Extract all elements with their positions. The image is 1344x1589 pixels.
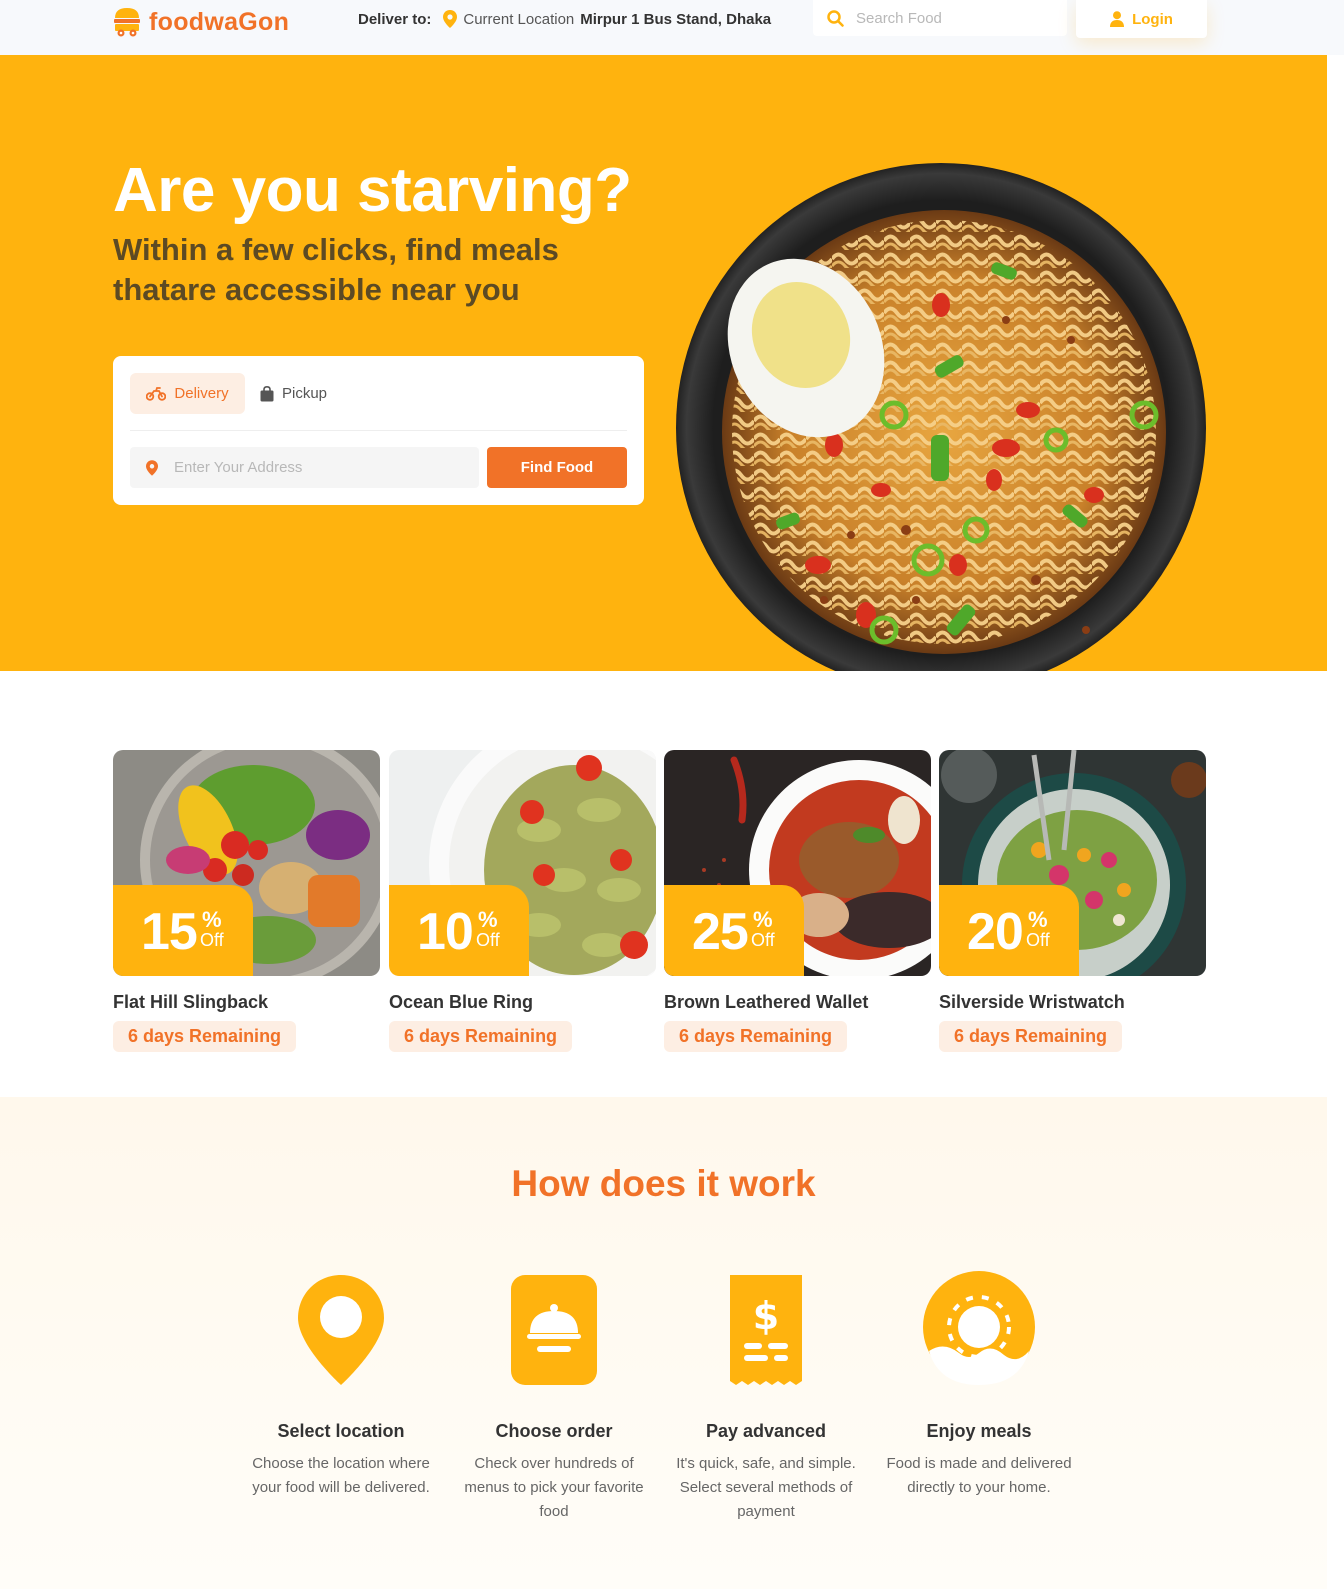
find-food-button[interactable]: Find Food [487, 447, 627, 488]
discount-value: 15 [141, 903, 198, 961]
deal-image: 15 % Off [113, 750, 380, 976]
receipt-dollar-icon: $ [730, 1275, 802, 1385]
step-select-location: Select location Choose the location wher… [246, 1271, 436, 1500]
search-icon [827, 9, 844, 27]
section-title: How does it work [511, 1163, 816, 1204]
days-remaining-badge: 6 days Remaining [113, 1021, 297, 1052]
step-choose-order: Choose order Check over hundreds of menu… [459, 1271, 649, 1524]
location-pin-icon [298, 1275, 384, 1385]
food-search-card: Delivery Pickup Find Food [113, 356, 644, 505]
address-field[interactable] [130, 447, 479, 488]
step-description: Check over hundreds of menus to pick you… [464, 1455, 644, 1520]
svg-text:$: $ [753, 1294, 779, 1338]
deal-image: 25 % Off [664, 750, 931, 976]
how-it-works-section: How does it work Select location Choose … [0, 1097, 1327, 1589]
step-description: It's quick, safe, and simple. Select sev… [676, 1455, 856, 1520]
step-pay-advanced: $ Pay advanced It's quick, safe, and sim… [671, 1271, 861, 1524]
discount-off: Off [751, 930, 775, 950]
address-input[interactable] [174, 459, 454, 476]
step-title: Choose order [495, 1421, 613, 1441]
discount-value: 10 [417, 903, 474, 961]
brand-name: foodwaGon [149, 7, 290, 36]
discount-badge: 15 % Off [113, 885, 253, 976]
step-description: Choose the location where your food will… [252, 1455, 430, 1496]
search-bar[interactable]: Search Food [813, 0, 1067, 36]
map-pin-icon [443, 10, 458, 28]
hero-subtitle: Within a few clicks, find meals thatare … [113, 232, 559, 307]
discount-value: 25 [692, 903, 749, 961]
map-pin-icon [146, 459, 158, 476]
deal-name: Flat Hill Slingback [113, 992, 269, 1012]
motorcycle-icon [146, 386, 167, 401]
current-location-label: Current Location [463, 10, 575, 28]
step-description: Food is made and delivered directly to y… [886, 1455, 1072, 1496]
donut-icon [923, 1271, 1035, 1385]
food-truck-icon [114, 8, 140, 37]
deal-image: 10 % Off [389, 750, 656, 976]
order-bell-icon [511, 1275, 597, 1385]
delivery-address: Mirpur 1 Bus Stand, Dhaka [580, 10, 772, 28]
hero-title: Are you starving? [113, 156, 632, 225]
shopping-bag-icon [260, 385, 274, 401]
hero-section: Are you starving? Within a few clicks, f… [0, 55, 1327, 671]
deal-card[interactable]: 25 % Off Brown Leathered Wallet 6 days R… [664, 750, 931, 1052]
search-input[interactable]: Search Food [856, 10, 942, 27]
days-remaining-badge: 6 days Remaining [664, 1021, 848, 1052]
discount-badge: 25 % Off [664, 885, 804, 976]
card-divider [130, 430, 627, 431]
discount-off: Off [200, 930, 224, 950]
discount-off: Off [1026, 930, 1050, 950]
noodle-bowl-image [676, 163, 1206, 671]
days-remaining-badge: 6 days Remaining [939, 1021, 1123, 1052]
step-enjoy-meals: Enjoy meals Food is made and delivered d… [884, 1271, 1074, 1500]
step-title: Pay advanced [705, 1421, 827, 1441]
login-button[interactable]: Login [1076, 0, 1207, 38]
tab-pickup-label: Pickup [282, 385, 328, 402]
deal-name: Ocean Blue Ring [389, 992, 534, 1012]
deal-card[interactable]: 10 % Off Ocean Blue Ring 6 days Remainin… [389, 750, 656, 1052]
login-label: Login [1132, 10, 1173, 28]
discount-badge: 10 % Off [389, 885, 529, 976]
days-remaining-badge: 6 days Remaining [389, 1021, 573, 1052]
top-navbar: foodwaGon Deliver to: Current Location M… [0, 0, 1344, 55]
user-icon [1110, 11, 1125, 27]
tab-delivery[interactable]: Delivery [130, 373, 245, 414]
deal-name: Brown Leathered Wallet [664, 992, 869, 1012]
tab-delivery-label: Delivery [174, 385, 229, 402]
tab-pickup[interactable]: Pickup [260, 373, 327, 414]
deal-card[interactable]: 20 % Off Silverside Wristwatch 6 days Re… [939, 750, 1206, 1052]
delivery-location[interactable]: Deliver to: Current Location Mirpur 1 Bu… [358, 10, 771, 28]
discount-off: Off [476, 930, 500, 950]
discount-value: 20 [967, 903, 1024, 961]
deal-name: Silverside Wristwatch [939, 992, 1125, 1012]
step-title: Enjoy meals [926, 1421, 1032, 1441]
brand-logo[interactable]: foodwaGon [113, 6, 289, 38]
deal-card[interactable]: 15 % Off Flat Hill Slingback 6 days Rema… [113, 750, 380, 1052]
deliver-label: Deliver to: [358, 10, 432, 28]
step-title: Select location [277, 1421, 405, 1441]
discount-badge: 20 % Off [939, 885, 1079, 976]
deal-image: 20 % Off [939, 750, 1206, 976]
